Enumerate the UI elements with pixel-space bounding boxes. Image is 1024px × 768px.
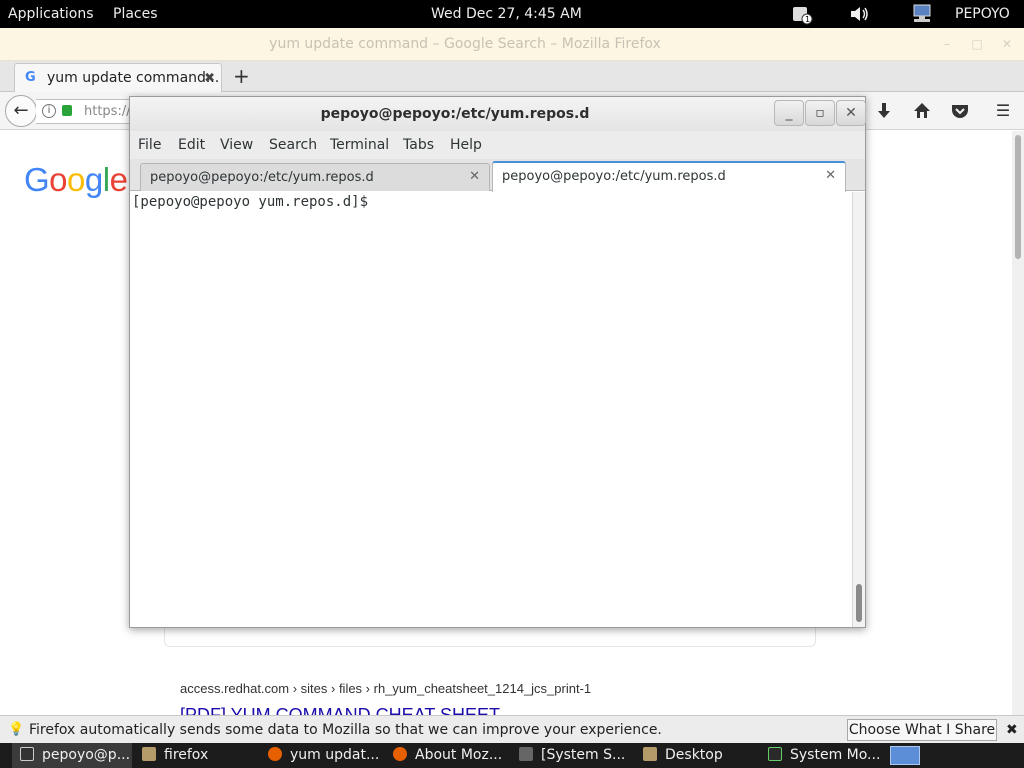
taskbar-item-yum-update[interactable]: yum updat... [268, 743, 379, 768]
firefox-tab-strip: G yum update command... ✖ + [0, 61, 1024, 93]
notification-message: Firefox automatically sends some data to… [29, 722, 662, 738]
user-menu[interactable]: PEPOYO [955, 0, 1010, 28]
scrollbar-thumb[interactable] [1015, 135, 1021, 259]
terminal-scrollbar[interactable] [852, 192, 865, 627]
browser-tab-label: yum update command... [47, 70, 220, 86]
top-bar: Applications Places Wed Dec 27, 4:45 AM … [0, 0, 1024, 28]
firefox-window-title: yum update command – Google Search – Moz… [269, 36, 661, 52]
lightbulb-icon: 💡 [8, 722, 25, 737]
firefox-icon [393, 747, 407, 761]
folder-icon [643, 747, 657, 761]
terminal-titlebar[interactable]: pepoyo@pepoyo:/etc/yum.repos.d _ ▫ ✕ [130, 97, 866, 131]
data-notification-bar: 💡 Firefox automatically sends some data … [0, 715, 1024, 743]
home-icon[interactable] [911, 100, 933, 122]
notification-icon[interactable]: 1 [790, 3, 814, 25]
google-logo[interactable]: Google [24, 161, 128, 199]
terminal-tab-bar: pepoyo@pepoyo:/etc/yum.repos.d ✕ pepoyo@… [130, 159, 865, 192]
download-icon[interactable] [873, 100, 895, 122]
menu-help[interactable]: Help [450, 131, 482, 159]
terminal-title: pepoyo@pepoyo:/etc/yum.repos.d [320, 106, 590, 122]
hamburger-menu-icon[interactable]: ☰ [992, 100, 1014, 122]
terminal-menubar: File Edit View Search Terminal Tabs Help [130, 131, 865, 159]
terminal-tab-label: pepoyo@pepoyo:/etc/yum.repos.d [502, 169, 726, 184]
taskbar-item-label: System Mo... [790, 747, 881, 763]
places-menu[interactable]: Places [113, 0, 158, 28]
close-icon[interactable]: ✕ [1000, 37, 1014, 51]
google-favicon-icon: G [25, 70, 36, 85]
taskbar-item-firefox-folder[interactable]: firefox [142, 743, 208, 768]
firefox-titlebar: yum update command – Google Search – Moz… [0, 28, 1024, 61]
taskbar-item-about-mozilla[interactable]: About Moz... [393, 743, 502, 768]
terminal-output[interactable]: [pepoyo@pepoyo yum.repos.d]$ [130, 192, 852, 627]
terminal-window: pepoyo@pepoyo:/etc/yum.repos.d _ ▫ ✕ Fil… [129, 96, 866, 628]
maximize-icon[interactable]: □ [970, 37, 984, 51]
clock[interactable]: Wed Dec 27, 4:45 AM [431, 0, 582, 28]
close-tab-icon[interactable]: ✕ [469, 164, 480, 190]
taskbar-item-system-settings[interactable]: [System S... [519, 743, 625, 768]
terminal-tab-1[interactable]: pepoyo@pepoyo:/etc/yum.repos.d ✕ [140, 163, 490, 191]
taskbar: pepoyo@p... firefox yum updat... About M… [0, 743, 1024, 768]
system-settings-icon [519, 747, 533, 761]
taskbar-item-system-monitor[interactable]: System Mo... [768, 743, 880, 768]
workspace-switcher[interactable] [890, 746, 920, 765]
menu-view[interactable]: View [220, 131, 253, 159]
menu-file[interactable]: File [138, 131, 161, 159]
browser-tab[interactable]: G yum update command... ✖ [14, 63, 222, 93]
new-tab-icon[interactable]: + [233, 65, 250, 87]
applications-menu[interactable]: Applications [8, 0, 94, 28]
browser-scrollbar[interactable] [1012, 131, 1024, 715]
menu-tabs[interactable]: Tabs [403, 131, 434, 159]
minimize-icon[interactable]: _ [774, 100, 804, 126]
close-notification-icon[interactable]: ✖ [1006, 716, 1018, 744]
close-icon[interactable]: ✕ [836, 100, 866, 126]
taskbar-item-label: yum updat... [290, 747, 380, 763]
choose-what-i-share-button[interactable]: Choose What I Share [847, 719, 997, 741]
close-tab-icon[interactable]: ✖ [204, 71, 215, 86]
menu-search[interactable]: Search [269, 131, 317, 159]
firefox-icon [268, 747, 282, 761]
taskbar-item-label: pepoyo@p... [42, 747, 131, 763]
system-monitor-icon [768, 747, 782, 761]
volume-icon[interactable] [848, 3, 872, 25]
scrollbar-thumb[interactable] [856, 584, 862, 622]
result-title-link[interactable]: [PDF] YUM COMMAND CHEAT SHEET [180, 704, 500, 715]
terminal-tab-label: pepoyo@pepoyo:/etc/yum.repos.d [150, 170, 374, 185]
terminal-tab-2[interactable]: pepoyo@pepoyo:/etc/yum.repos.d ✕ [492, 161, 846, 192]
taskbar-item-terminal[interactable]: pepoyo@p... [12, 743, 132, 768]
taskbar-item-label: firefox [164, 747, 209, 763]
maximize-icon[interactable]: ▫ [805, 100, 835, 126]
pocket-icon[interactable] [949, 100, 971, 122]
taskbar-item-label: [System S... [541, 747, 626, 763]
back-arrow-icon[interactable]: ← [5, 95, 37, 127]
close-tab-icon[interactable]: ✕ [825, 163, 836, 189]
lock-icon [62, 105, 72, 116]
menu-edit[interactable]: Edit [178, 131, 205, 159]
svg-text:1: 1 [805, 15, 810, 24]
url-text: https:// [84, 104, 131, 119]
menu-terminal[interactable]: Terminal [330, 131, 389, 159]
folder-icon [142, 747, 156, 761]
network-icon[interactable] [910, 3, 934, 25]
info-icon[interactable]: i [42, 104, 56, 118]
result-cite[interactable]: access.redhat.com › sites › files › rh_y… [180, 681, 591, 696]
taskbar-item-label: About Moz... [415, 747, 503, 763]
taskbar-item-desktop[interactable]: Desktop [643, 743, 723, 768]
terminal-icon [20, 747, 34, 761]
minimize-icon[interactable]: – [940, 37, 954, 51]
terminal-prompt: [pepoyo@pepoyo yum.repos.d]$ [132, 194, 369, 210]
taskbar-item-label: Desktop [665, 747, 723, 763]
